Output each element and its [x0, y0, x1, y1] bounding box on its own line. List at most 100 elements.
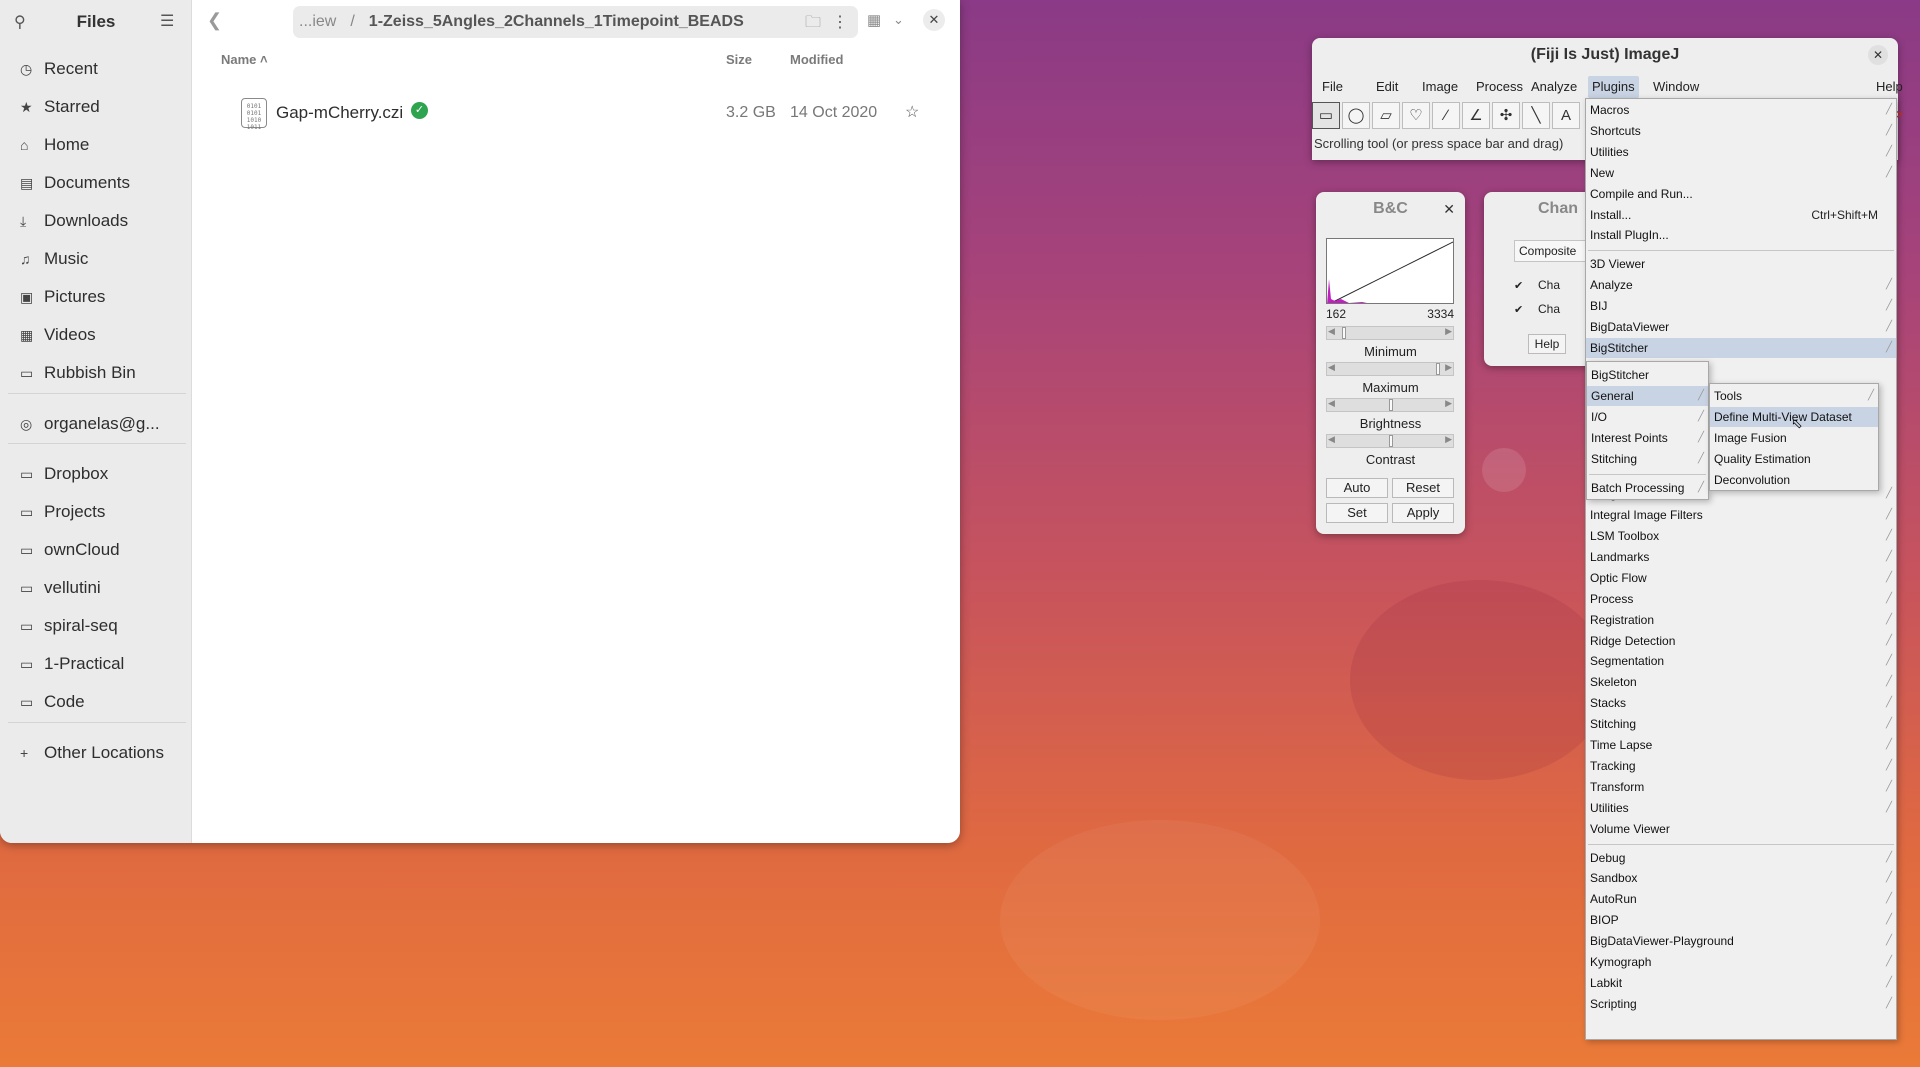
arrow-left-icon[interactable]: ◀ [1328, 362, 1335, 373]
sidebar-item-other-locations[interactable]: + Other Locations [10, 737, 185, 769]
sidebar-item-vellutini[interactable]: ▭ vellutini [10, 572, 185, 604]
menu-item-interest-points[interactable]: Interest Points ╱ [1587, 428, 1708, 448]
chevron-down-icon[interactable]: ⌄ [893, 12, 904, 28]
menu-plugins[interactable]: Plugins [1588, 76, 1639, 98]
arrow-left-icon[interactable]: ◀ [1328, 398, 1335, 409]
column-size[interactable]: Size [726, 52, 752, 67]
path-parent[interactable]: ...iew [293, 13, 336, 31]
menu-item-transform[interactable]: Transform ╱ [1586, 777, 1896, 797]
menu-item-tracking[interactable]: Tracking ╱ [1586, 756, 1896, 776]
sidebar-item-pictures[interactable]: ▣ Pictures [10, 281, 185, 313]
point-tool-icon[interactable]: ✣ [1492, 102, 1520, 129]
menu-item-kymograph[interactable]: Kymograph ╱ [1586, 952, 1896, 972]
slider-thumb[interactable] [1389, 399, 1393, 411]
arrow-right-icon[interactable]: ▶ [1445, 326, 1452, 337]
sidebar-item-documents[interactable]: ▤ Documents [10, 167, 185, 199]
sidebar-item-organelas-g[interactable]: ◎ organelas@g... [10, 408, 185, 440]
slider-thumb[interactable] [1389, 435, 1393, 447]
menu-item-lsm-toolbox[interactable]: LSM Toolbox ╱ [1586, 526, 1896, 546]
slider-thumb[interactable] [1342, 327, 1346, 339]
menu-image[interactable]: Image [1418, 76, 1462, 98]
sidebar-menu-icon[interactable]: ☰ [160, 11, 174, 31]
minimum-slider[interactable]: ◀ ▶ [1326, 326, 1454, 340]
wand-tool-icon[interactable]: ╲ [1522, 102, 1550, 129]
freehand-tool-icon[interactable]: ♡ [1402, 102, 1430, 129]
display-mode-select[interactable]: Composite [1514, 240, 1594, 262]
menu-item-install[interactable]: Install... Ctrl+Shift+M [1586, 205, 1896, 225]
slider-thumb[interactable] [1436, 363, 1440, 375]
menu-item-utilities[interactable]: Utilities ╱ [1586, 142, 1896, 162]
line-tool-icon[interactable]: ∕ [1432, 102, 1460, 129]
kebab-menu-icon[interactable]: ⋮ [832, 12, 848, 32]
menu-analyze[interactable]: Analyze [1527, 76, 1581, 98]
column-modified[interactable]: Modified [790, 52, 843, 67]
menu-item-bigdataviewer-playground[interactable]: BigDataViewer-Playground ╱ [1586, 931, 1896, 951]
apply-button[interactable]: Apply [1392, 503, 1454, 523]
menu-item-landmarks[interactable]: Landmarks ╱ [1586, 547, 1896, 567]
menu-item-registration[interactable]: Registration ╱ [1586, 610, 1896, 630]
menu-item-new[interactable]: New ╱ [1586, 163, 1896, 183]
menu-item-stacks[interactable]: Stacks ╱ [1586, 693, 1896, 713]
arrow-right-icon[interactable]: ▶ [1445, 362, 1452, 373]
menu-item-stitching[interactable]: Stitching ╱ [1587, 449, 1708, 469]
menu-item-quality-estimation[interactable]: Quality Estimation [1710, 449, 1878, 469]
menu-item-bigstitcher[interactable]: BigStitcher [1587, 365, 1708, 385]
sidebar-item-dropbox[interactable]: ▭ Dropbox [10, 458, 185, 490]
text-tool-icon[interactable]: A [1552, 102, 1580, 129]
menu-item-compile-and-run[interactable]: Compile and Run... [1586, 184, 1896, 204]
menu-item-biop[interactable]: BIOP ╱ [1586, 910, 1896, 930]
menu-help[interactable]: Help [1872, 76, 1907, 98]
checkbox-checked-icon[interactable]: ✔ [1514, 280, 1526, 292]
menu-item-time-lapse[interactable]: Time Lapse ╱ [1586, 735, 1896, 755]
path-bar[interactable]: ...iew / 1-Zeiss_5Angles_2Channels_1Time… [293, 6, 858, 38]
menu-item-batch-processing[interactable]: Batch Processing ╱ [1587, 478, 1708, 498]
star-icon[interactable]: ☆ [905, 102, 919, 122]
arrow-left-icon[interactable]: ◀ [1328, 326, 1335, 337]
menu-item-stitching[interactable]: Stitching ╱ [1586, 714, 1896, 734]
sidebar-item-rubbish-bin[interactable]: ▭ Rubbish Bin [10, 357, 185, 389]
menu-item-tools[interactable]: Tools ╱ [1710, 386, 1878, 406]
angle-tool-icon[interactable]: ∠ [1462, 102, 1490, 129]
grid-view-icon[interactable]: ▦ [867, 11, 881, 29]
menu-item-i-o[interactable]: I/O ╱ [1587, 407, 1708, 427]
back-icon[interactable]: ❮ [207, 10, 222, 31]
sidebar-item-videos[interactable]: ▦ Videos [10, 319, 185, 351]
menu-item-bij[interactable]: BIJ ╱ [1586, 296, 1896, 316]
rectangle-tool-icon[interactable]: ▭ [1312, 102, 1340, 129]
sidebar-item-recent[interactable]: ◷ Recent [10, 53, 185, 85]
file-row[interactable]: 0101 0101 1010 1011 Gap-mCherry.czi ✓ 3.… [193, 92, 960, 132]
sidebar-item-home[interactable]: ⌂ Home [10, 129, 185, 161]
sidebar-item-1-practical[interactable]: ▭ 1-Practical [10, 648, 185, 680]
maximum-slider[interactable]: ◀ ▶ [1326, 362, 1454, 376]
sidebar-item-music[interactable]: ♫ Music [10, 243, 185, 275]
sidebar-item-owncloud[interactable]: ▭ ownCloud [10, 534, 185, 566]
menu-process[interactable]: Process [1472, 76, 1527, 98]
menu-file[interactable]: File [1318, 76, 1347, 98]
menu-item-debug[interactable]: Debug ╱ [1586, 848, 1896, 868]
path-current[interactable]: 1-Zeiss_5Angles_2Channels_1Timepoint_BEA… [369, 13, 744, 31]
new-folder-icon[interactable]: 🗀 [805, 11, 821, 38]
reset-button[interactable]: Reset [1392, 478, 1454, 498]
menu-item-volume-viewer[interactable]: Volume Viewer [1586, 819, 1896, 839]
close-icon[interactable]: ✕ [1868, 45, 1888, 65]
menu-item-deconvolution[interactable]: Deconvolution [1710, 470, 1878, 490]
help-button[interactable]: Help [1528, 334, 1566, 354]
menu-item-optic-flow[interactable]: Optic Flow ╱ [1586, 568, 1896, 588]
menu-item-3d-viewer[interactable]: 3D Viewer [1586, 254, 1896, 274]
brightness-slider[interactable]: ◀ ▶ [1326, 398, 1454, 412]
channel-1-row[interactable]: ✔ Cha [1514, 278, 1560, 292]
menu-item-sandbox[interactable]: Sandbox ╱ [1586, 868, 1896, 888]
menu-window[interactable]: Window [1649, 76, 1703, 98]
menu-item-labkit[interactable]: Labkit ╱ [1586, 973, 1896, 993]
sidebar-item-downloads[interactable]: ⤓ Downloads [10, 205, 185, 237]
checkbox-checked-icon[interactable]: ✔ [1514, 304, 1526, 316]
menu-item-analyze[interactable]: Analyze ╱ [1586, 275, 1896, 295]
menu-item-ridge-detection[interactable]: Ridge Detection ╱ [1586, 631, 1896, 651]
menu-item-integral-image-filters[interactable]: Integral Image Filters ╱ [1586, 505, 1896, 525]
menu-item-scripting[interactable]: Scripting ╱ [1586, 994, 1896, 1014]
menu-item-macros[interactable]: Macros ╱ [1586, 100, 1896, 120]
set-button[interactable]: Set [1326, 503, 1388, 523]
menu-item-skeleton[interactable]: Skeleton ╱ [1586, 672, 1896, 692]
sidebar-item-starred[interactable]: ★ Starred [10, 91, 185, 123]
menu-item-general[interactable]: General ╱ [1587, 386, 1708, 406]
